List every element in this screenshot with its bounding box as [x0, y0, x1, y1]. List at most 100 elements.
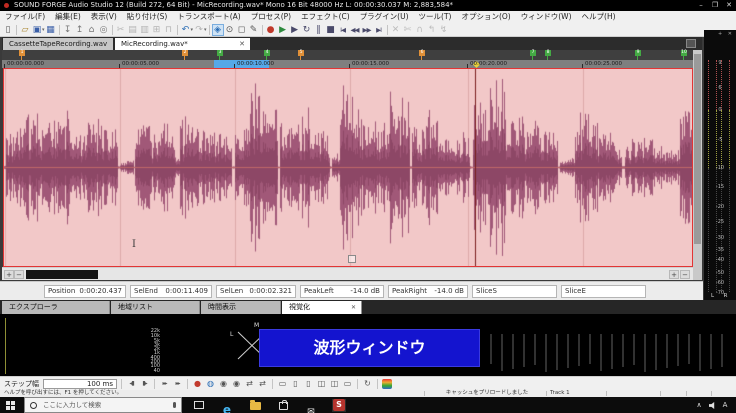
menu-item-2[interactable]: 表示(V) [86, 11, 122, 23]
pause-icon[interactable]: ‖ [313, 24, 325, 36]
color-mode-icon[interactable] [382, 379, 392, 389]
waveform-canvas[interactable] [4, 69, 692, 266]
status-field-peakright[interactable]: PeakRight-14.0 dB [388, 285, 468, 298]
step-width-input[interactable]: 100 ms [43, 379, 117, 389]
restore-window-icon[interactable] [686, 39, 696, 48]
insert-marker-icon[interactable]: ↰ [426, 24, 438, 36]
menu-item-5[interactable]: プロセス(P) [246, 11, 296, 23]
status-field-position[interactable]: Position0:00:20.437 [44, 285, 126, 298]
redo-dropdown-icon[interactable]: ▾ [204, 27, 207, 33]
pencil-tool-icon[interactable]: ✎ [248, 24, 260, 36]
marker-next-icon[interactable]: ▮▸ [139, 378, 150, 389]
menu-item-0[interactable]: ファイル(F) [0, 11, 50, 23]
store-icon[interactable] [276, 399, 290, 412]
play-icon[interactable]: ▶ [289, 24, 301, 36]
marker-flag-10[interactable]: 10 [681, 50, 688, 60]
dock-tab-3[interactable]: 視覚化✕ [282, 301, 362, 314]
status-field-slices[interactable]: SliceS [472, 285, 557, 298]
magnify-tool-icon[interactable]: ⊙ [224, 24, 236, 36]
import-audio-icon[interactable]: ↧ [62, 24, 74, 36]
loop-region-a-icon[interactable]: ▸▸ [159, 378, 170, 389]
task-view-button[interactable] [192, 399, 206, 412]
go-to-start-icon[interactable]: Ι◀ [337, 24, 349, 36]
menu-item-4[interactable]: トランスポート(A) [172, 11, 245, 23]
view-split-icon[interactable]: ◫ [316, 378, 327, 389]
loop-playback-icon[interactable]: ↻ [301, 24, 313, 36]
export-audio-icon[interactable]: ↥ [74, 24, 86, 36]
dock-tab-2[interactable]: 時間表示 [201, 301, 281, 314]
marker-flag-7[interactable]: 7 [530, 50, 537, 60]
menu-item-10[interactable]: ウィンドウ(W) [516, 11, 577, 23]
cut-icon[interactable]: ✂ [115, 24, 127, 36]
record-icon[interactable]: ● [265, 24, 277, 36]
level-meter[interactable]: + ✕ 960-5-10-15-20-25-30-35-40-50-60-70L… [704, 30, 736, 300]
trim-icon[interactable]: ⊓ [163, 24, 175, 36]
status-field-slicee[interactable]: SliceE [561, 285, 646, 298]
new-file-icon[interactable]: ▯ [2, 24, 14, 36]
view-sonogram-icon[interactable]: ▯ [303, 378, 314, 389]
menu-item-7[interactable]: プラグイン(U) [355, 11, 414, 23]
dock-tab-0[interactable]: エクスプローラ [2, 301, 110, 314]
open-file-icon[interactable]: ▱ [19, 24, 31, 36]
burn-disc-icon[interactable]: ◎ [98, 24, 110, 36]
status-field-selend[interactable]: SelEnd0:00:11.409 [130, 285, 212, 298]
zoom-out-time-button[interactable]: − [14, 270, 24, 279]
vertical-scrollbar[interactable] [693, 50, 702, 280]
upload-to-web-icon[interactable]: ⌂ [86, 24, 98, 36]
save-all-icon[interactable]: ▦ [45, 24, 57, 36]
copy-icon[interactable]: ▤ [127, 24, 139, 36]
view-dual-icon[interactable]: ◫ [329, 378, 340, 389]
vscrollbar-thumb[interactable] [694, 54, 701, 244]
menu-item-8[interactable]: ツール(T) [414, 11, 457, 23]
edit-tool-icon[interactable]: ◈ [212, 24, 224, 36]
tab-cassette-recording[interactable]: CassetteTapeRecording.wav [3, 38, 113, 50]
minimize-button[interactable]: – [694, 0, 708, 11]
microphone-icon[interactable] [173, 402, 176, 408]
zoom-in-time-button[interactable]: + [4, 270, 14, 279]
status-field-peakleft[interactable]: PeakLeft-14.0 dB [300, 285, 384, 298]
view-spectrum-icon[interactable]: ▯ [290, 378, 301, 389]
start-button[interactable] [6, 401, 15, 410]
speaker-icon[interactable] [709, 402, 717, 409]
dock-tab-close-icon[interactable]: ✕ [351, 301, 356, 314]
edge-icon[interactable]: e [220, 399, 234, 412]
selection-tool-icon[interactable]: ◻ [236, 24, 248, 36]
close-button[interactable]: ✕ [722, 0, 736, 11]
marker-flag-6[interactable]: 6 [419, 50, 426, 60]
fade-icon[interactable]: ∩ [414, 24, 426, 36]
marker-prev-icon[interactable]: ◂▮ [126, 378, 137, 389]
menu-item-11[interactable]: ヘルプ(H) [577, 11, 621, 23]
scope-left-icon[interactable]: ◉ [218, 378, 229, 389]
marker-flag-8[interactable]: 8 [545, 50, 552, 60]
zoom-out-button[interactable]: − [680, 270, 690, 279]
menu-item-9[interactable]: オプション(O) [456, 11, 515, 23]
record-arm-icon[interactable]: ● [192, 378, 203, 389]
tray-chevron-icon[interactable]: ∧ [693, 397, 705, 413]
forward-icon[interactable]: ▶▶ [361, 24, 373, 36]
mix-icon[interactable]: ⊞ [151, 24, 163, 36]
view-waveform-icon[interactable]: ▭ [277, 378, 288, 389]
delete-icon[interactable]: ✕ [390, 24, 402, 36]
crossfade-icon[interactable]: ✄ [402, 24, 414, 36]
play-all-icon[interactable]: ▶ [277, 24, 289, 36]
mail-icon[interactable]: ✉ [304, 399, 318, 412]
marker-flag-2[interactable]: 2 [182, 50, 189, 60]
tab-close-icon[interactable]: ✕ [239, 38, 245, 50]
swap-channels-icon[interactable]: ⇄ [244, 378, 255, 389]
paste-icon[interactable]: ▥ [139, 24, 151, 36]
scope-right-icon[interactable]: ◉ [231, 378, 242, 389]
file-explorer-icon[interactable] [248, 399, 262, 412]
view-wide-icon[interactable]: ▭ [342, 378, 353, 389]
stop-icon[interactable]: ■ [325, 24, 337, 36]
swap-display-icon[interactable]: ⇄ [257, 378, 268, 389]
marker-flag-4[interactable]: 4 [264, 50, 271, 60]
dock-tab-1[interactable]: 地域リスト [111, 301, 200, 314]
menu-item-1[interactable]: 編集(E) [50, 11, 86, 23]
ime-indicator[interactable]: A [719, 397, 731, 413]
visualization-panel[interactable]: M L 波形ウィンドウ 22k10k5k3k2k1k40020010040 [0, 314, 736, 376]
tab-mic-recording[interactable]: MicRecording.wav* ✕ [115, 38, 250, 50]
maximize-button[interactable]: ❐ [708, 0, 722, 11]
zoom-in-button[interactable]: + [669, 270, 679, 279]
marker-bar[interactable]: 12345678910 [2, 50, 693, 60]
marker-flag-9[interactable]: 9 [635, 50, 642, 60]
